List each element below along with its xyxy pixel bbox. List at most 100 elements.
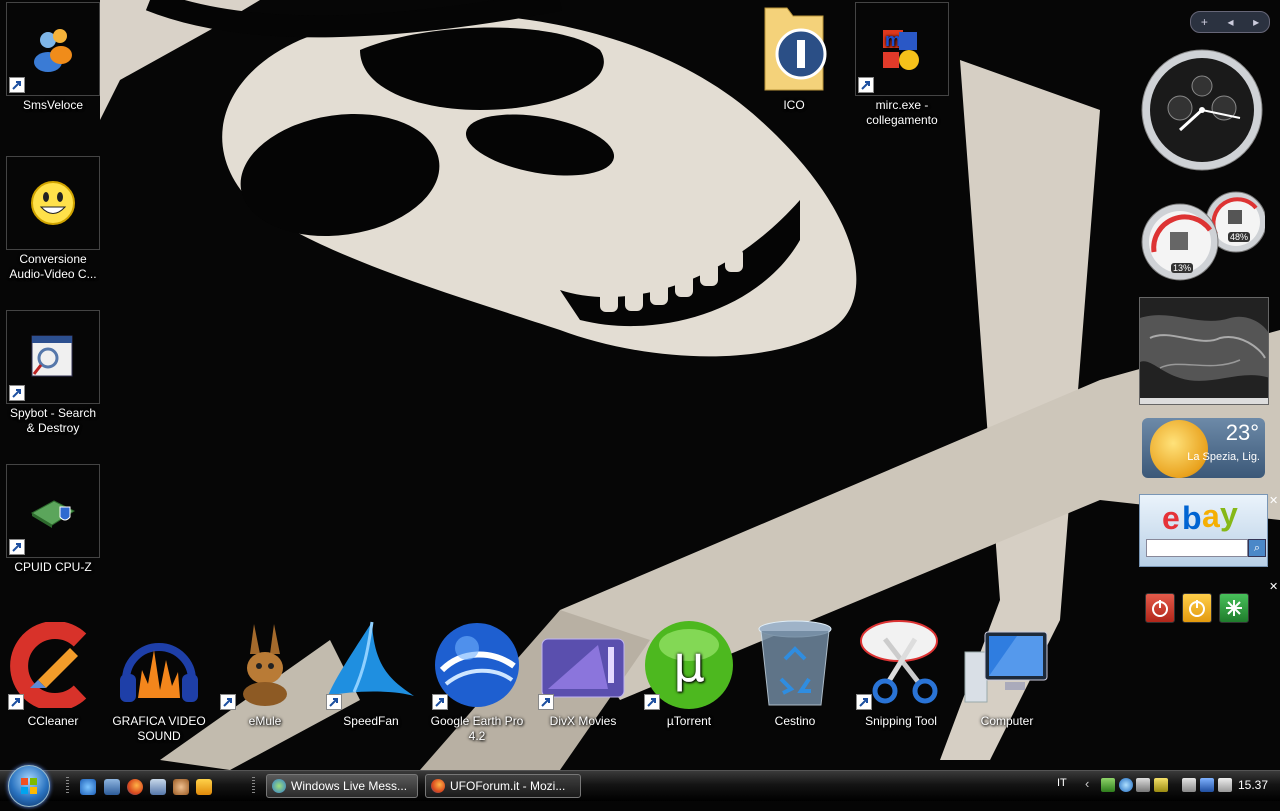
shortcut-arrow-icon [858, 77, 874, 93]
shortcut-arrow-icon [9, 539, 25, 555]
snipping-tool-icon [854, 618, 948, 712]
switch-windows-icon[interactable] [150, 779, 166, 795]
media-player-icon[interactable] [196, 779, 212, 795]
desktop-icon-utorrent[interactable]: µ µTorrent [639, 618, 739, 729]
show-desktop-icon[interactable] [104, 779, 120, 795]
desktop-icon-label: CCleaner [27, 714, 79, 728]
next-gadgets-button[interactable]: ▸ [1253, 15, 1259, 29]
desktop-icon-computer[interactable]: Computer [957, 618, 1057, 729]
desktop-icon-mirc[interactable]: m mirc.exe - collegamento [852, 2, 952, 128]
standby-icon [1189, 600, 1205, 617]
tray-utility-icon[interactable] [1154, 778, 1168, 792]
desktop-icon-spybot[interactable]: Spybot - Search & Destroy [3, 310, 103, 436]
internet-explorer-icon[interactable] [80, 779, 96, 795]
emule-quicklaunch-icon[interactable] [173, 779, 189, 795]
ebay-gadget-close-button[interactable]: ✕ [1269, 494, 1278, 507]
svg-text:a: a [1202, 498, 1220, 534]
desktop-icon-conversione[interactable]: Conversione Audio-Video C... [3, 156, 103, 282]
desktop-icon-label: SmsVeloce [22, 98, 84, 112]
analog-clock-icon [1141, 49, 1263, 171]
audacity-icon [112, 618, 206, 712]
desktop-icon-label: GRAFICA VIDEO SOUND [112, 714, 206, 743]
taskbar-button-label: Windows Live Mess... [291, 779, 408, 793]
desktop-icon-label: mirc.exe - collegamento [866, 98, 938, 127]
security-center-icon[interactable] [1200, 778, 1214, 792]
taskbar-button-windows-live-messenger[interactable]: Windows Live Mess... [266, 774, 418, 798]
volume-icon[interactable] [1218, 778, 1232, 792]
restart-icon [1226, 600, 1242, 616]
recycle-bin-icon [748, 618, 842, 712]
search-icon[interactable]: ⌕ [1248, 539, 1266, 557]
language-indicator[interactable]: IT [1057, 777, 1067, 789]
spybot-icon [6, 310, 100, 404]
svg-text:b: b [1182, 500, 1202, 536]
taskbar-grip[interactable] [66, 777, 69, 795]
restart-button[interactable] [1219, 593, 1249, 623]
speedfan-icon [324, 618, 418, 712]
desktop-icon-label: eMule [248, 714, 282, 728]
google-earth-icon [430, 618, 524, 712]
computer-icon [960, 618, 1054, 712]
desktop-icon-ccleaner[interactable]: CCleaner [3, 618, 103, 729]
shortcut-arrow-icon [9, 77, 25, 93]
firefox-icon[interactable] [127, 779, 143, 795]
weather-location: La Spezia, Lig. [1187, 451, 1260, 463]
memory-usage-value: 48% [1228, 232, 1251, 242]
desktop-icon-cestino[interactable]: Cestino [745, 618, 845, 729]
emule-icon [218, 618, 312, 712]
cpu-usage-value: 13% [1171, 263, 1194, 273]
shortcut-arrow-icon [220, 694, 236, 710]
taskbar-button-label: UFOForum.it - Mozi... [450, 779, 566, 793]
power-gadget-close-button[interactable]: ✕ [1269, 580, 1278, 593]
mirc-icon: m [855, 2, 949, 96]
svg-text:y: y [1220, 496, 1238, 532]
shortcut-arrow-icon [538, 694, 554, 710]
utorrent-icon: µ [642, 618, 736, 712]
desktop-icon-divx-movies[interactable]: DivX Movies [533, 618, 633, 729]
shutdown-button[interactable] [1145, 593, 1175, 623]
shortcut-arrow-icon [9, 385, 25, 401]
desktop-icon-label: Computer [980, 714, 1034, 728]
weather-gadget[interactable]: 23° La Spezia, Lig. [1142, 418, 1265, 478]
clock-gadget[interactable] [1140, 48, 1265, 173]
smiley-icon [6, 156, 100, 250]
desktop-icon-emule[interactable]: eMule [215, 618, 315, 729]
desktop-icon-smsveloce[interactable]: SmsVeloce [3, 2, 103, 113]
start-button[interactable] [8, 765, 50, 807]
safely-remove-icon[interactable] [1182, 778, 1196, 792]
smsveloce-icon [6, 2, 100, 96]
desktop-icon-speedfan[interactable]: SpeedFan [321, 618, 421, 729]
network-icon[interactable] [1101, 778, 1115, 792]
svg-text:e: e [1162, 500, 1180, 536]
desktop-icon-snipping-tool[interactable]: Snipping Tool [851, 618, 951, 729]
ebay-gadget: e b a y ⌕ [1139, 494, 1268, 567]
desktop-icon-label: SpeedFan [343, 714, 399, 728]
standby-button[interactable] [1182, 593, 1212, 623]
taskbar-button-firefox-ufoforum[interactable]: UFOForum.it - Mozi... [425, 774, 581, 798]
desktop-icon-google-earth[interactable]: Google Earth Pro 4.2 [427, 618, 527, 744]
windows-logo-icon [21, 778, 37, 794]
cpu-meter-gadget[interactable]: 13% 48% [1140, 190, 1267, 285]
taskbar-grip[interactable] [252, 777, 255, 795]
divx-movies-icon [536, 618, 630, 712]
previous-gadgets-button[interactable]: ◂ [1227, 15, 1233, 29]
desktop-icon-ico-folder[interactable]: ICO [744, 2, 844, 113]
taskbar-clock[interactable]: 15.37 [1238, 778, 1268, 792]
ebay-search-input[interactable] [1146, 539, 1248, 557]
tray-app-icon[interactable] [1119, 778, 1133, 792]
ebay-logo: e b a y [1162, 496, 1238, 536]
shortcut-arrow-icon [432, 694, 448, 710]
power-icon [1152, 600, 1168, 617]
desktop-icon-label: CPUID CPU-Z [14, 560, 92, 574]
shortcut-arrow-icon [856, 694, 872, 710]
sun-icon [1150, 420, 1208, 478]
desktop-icon-cpuz[interactable]: CPUID CPU-Z [3, 464, 103, 575]
desktop-icon-grafica-video-sound[interactable]: GRAFICA VIDEO SOUND [109, 618, 209, 744]
shortcut-arrow-icon [326, 694, 342, 710]
monitor-icon[interactable] [1136, 778, 1150, 792]
add-gadget-button[interactable]: + [1201, 15, 1208, 29]
desktop-icon-label: µTorrent [666, 714, 712, 728]
satellite-map-gadget[interactable] [1139, 297, 1269, 405]
show-hidden-icons-button[interactable]: ‹ [1085, 776, 1089, 791]
desktop-icon-label: Spybot - Search & Destroy [9, 406, 97, 435]
